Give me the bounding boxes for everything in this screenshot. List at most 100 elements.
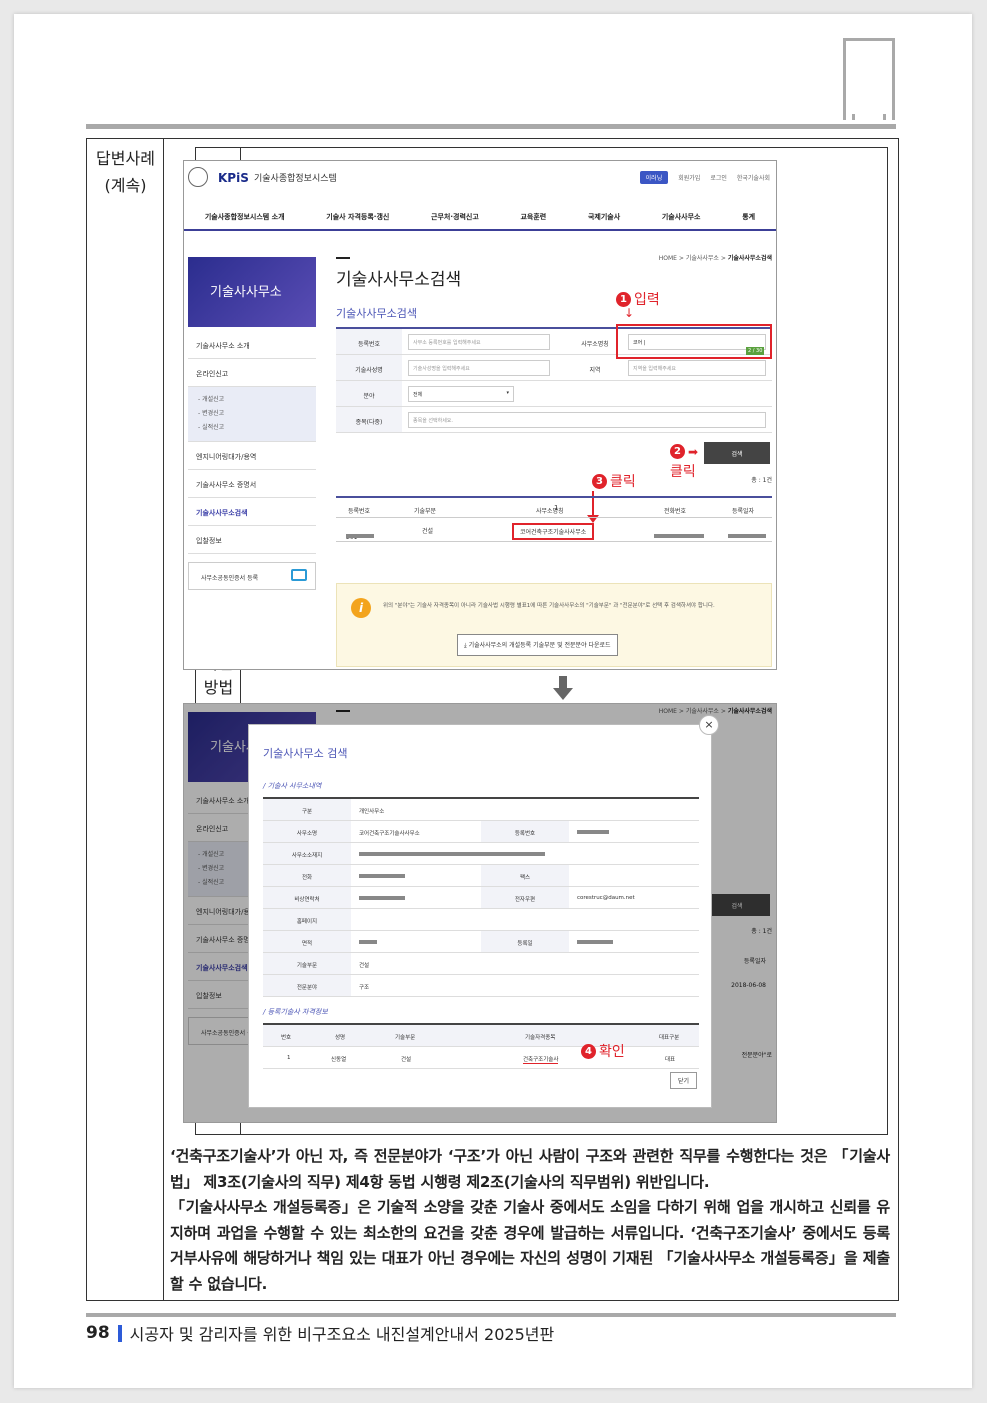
notice-box: i 위의 "분야"는 기술사 자격종목이 아니라 기술사법 시행령 별표1에 따…	[336, 583, 772, 667]
lnb-item[interactable]: 기술사사무소 증명서	[188, 470, 316, 498]
masked-value	[359, 851, 545, 856]
result-table: 등록번호 기술부문 사무소명칭 전화번호 등록일자 201 건설 코어건축구조기…	[336, 496, 772, 554]
masked-value	[577, 829, 609, 834]
system-name: 기술사종합정보시스템	[254, 174, 337, 184]
util-links: 이러닝 회원가입 로그인 한국기술사회	[639, 171, 770, 184]
cert-row: 1 신동열 건설 건축구조기술사 대표	[263, 1047, 699, 1069]
col-no: 번호	[281, 1035, 292, 1041]
office-counter: 2 / 30	[746, 347, 765, 355]
info-row: 면적 등록일	[263, 931, 699, 953]
body-paragraph-1: ‘건축구조기술사’가 아닌 자, 즉 전문분야가 ‘구조’가 아닌 사람이 구조…	[170, 1147, 890, 1191]
reg-no-input[interactable]: 사무소 등록번호를 입력해주세요	[408, 334, 550, 350]
search-button[interactable]: 검색	[704, 442, 770, 464]
lnb-sub-item[interactable]: - 개설신고	[198, 393, 316, 407]
type-label: 종목(다중)	[336, 407, 402, 432]
field-select[interactable]: 전체 ▾	[408, 386, 514, 402]
cell-office-link[interactable]: 코어건축구조기술사사무소	[512, 523, 595, 540]
annotation-2: 2 ➡	[670, 444, 698, 459]
annotation-number: 4	[581, 1043, 596, 1059]
section-office-info: / 기술사 사무소내역	[263, 782, 322, 790]
body-text: ‘건축구조기술사’가 아닌 자, 즉 전문분야가 ‘구조’가 아닌 사람이 구조…	[170, 1144, 890, 1297]
site-header: KPiS 기술사종합정보시스템 이러닝 회원가입 로그인 한국기술사회	[184, 161, 776, 197]
gnb-item[interactable]: 기술사 자격등록·갱신	[326, 212, 389, 222]
type-input[interactable]: 종목을 선택하세요.	[408, 412, 766, 428]
masked-value	[359, 895, 405, 900]
info-row: 사무소명 코어건축구조기술사사무소 등록번호	[263, 821, 699, 843]
lnb-sub-item[interactable]: - 실적신고	[198, 421, 316, 435]
info-key: 기술부문	[263, 953, 351, 974]
lnb-sub-item[interactable]: - 변경신고	[198, 407, 316, 421]
section-cert-info: / 등록기술사 자격정보	[263, 1008, 328, 1016]
lnb-item[interactable]: 입찰정보	[188, 526, 316, 554]
masked-value	[728, 534, 766, 538]
page-number: 98	[86, 1323, 110, 1343]
masked-value	[359, 873, 405, 878]
info-icon: i	[351, 598, 371, 618]
info-key: 홈페이지	[263, 909, 351, 930]
cell-no: 1	[287, 1055, 291, 1061]
field-select-value: 전체	[413, 392, 423, 398]
info-row: 구분 개인사무소	[263, 799, 699, 821]
cell-field: 건설	[401, 1057, 412, 1063]
kpea-link[interactable]: 한국기술사회	[737, 173, 770, 182]
screenshot-search: KPiS 기술사종합정보시스템 이러닝 회원가입 로그인 한국기술사회 기술사종…	[183, 160, 777, 670]
lnb-item-active[interactable]: 기술사사무소검색	[188, 498, 316, 526]
gnb-item[interactable]: 기술사종합정보시스템 소개	[205, 212, 285, 222]
detail-modal: × 기술사사무소 검색 / 기술사 사무소내역 구분 개인사무소 사무소명 코어건축…	[248, 715, 719, 1108]
info-key: 전자우편	[481, 887, 569, 908]
info-key: 비상연락처	[263, 887, 351, 908]
arrow-down-icon: ↓	[624, 306, 635, 320]
breadcrumb-mid[interactable]: 기술사사무소	[686, 255, 719, 262]
lnb-item[interactable]: 온라인신고	[188, 359, 316, 387]
lnb-banner: 기술사사무소	[188, 257, 316, 327]
info-value: 개인사무소	[359, 809, 385, 815]
download-button[interactable]: ⤓ 기술사사무소의 개설등록 기술부문 및 전문분야 다운로드	[457, 634, 618, 656]
gnb-item[interactable]: 기술사사무소	[662, 212, 701, 222]
breadcrumb-current: 기술사사무소검색	[727, 255, 772, 262]
close-button[interactable]: 닫기	[669, 1072, 697, 1089]
annotation-number: 1	[616, 291, 631, 307]
cell-rep: 대표	[665, 1057, 676, 1063]
lnb-item[interactable]: 기술사사무소 소개	[188, 331, 316, 359]
region-input[interactable]: 지역을 입력해주세요	[628, 360, 766, 376]
breadcrumb-sep: >	[678, 255, 684, 262]
logo[interactable]: KPiS	[218, 171, 249, 185]
annotation-3: 3 클릭	[592, 471, 636, 491]
info-value: corestruc@daum.net	[577, 895, 635, 901]
info-row: 전화 팩스	[263, 865, 699, 887]
info-value: 코어건축구조기술사사무소	[359, 831, 420, 837]
page-number[interactable]: 1	[554, 504, 558, 512]
info-row: 전문분야 구조	[263, 975, 699, 997]
elearning-link[interactable]: 이러닝	[639, 171, 669, 184]
name-input[interactable]: 기술사성명을 입력해주세요	[408, 360, 550, 376]
gnb-item[interactable]: 국제기술사	[588, 212, 620, 222]
cert-register-button[interactable]: 사무소공동인증서 등록	[188, 562, 316, 590]
col-office: 사무소명칭	[536, 508, 564, 515]
info-key: 사무소소재지	[263, 843, 351, 864]
info-row: 사무소소재지	[263, 843, 699, 865]
page-title: 기술사사무소검색	[336, 270, 462, 290]
gnb-item[interactable]: 교육훈련	[520, 212, 546, 222]
annotation-2-text: 클릭	[670, 461, 696, 481]
side-label-line1: 답변사례	[96, 149, 155, 168]
cert-table: 번호 성명 기술부문 기술자격종목 대표구분 1 신동열 건설 건축구조기술사 …	[263, 1023, 699, 1069]
col-field: 기술부문	[395, 1035, 416, 1041]
col-field: 기술부문	[414, 508, 437, 515]
info-key: 팩스	[481, 865, 569, 886]
signup-link[interactable]: 회원가입	[678, 173, 700, 182]
close-icon[interactable]: ×	[699, 715, 719, 735]
footer-accent-bar	[117, 1324, 122, 1342]
lnb-item[interactable]: 엔지니어링대가/용역	[188, 442, 316, 470]
breadcrumb-sep: >	[720, 255, 726, 262]
cell-name: 신동열	[331, 1057, 347, 1063]
login-link[interactable]: 로그인	[710, 173, 727, 182]
table-row[interactable]: 201 건설 코어건축구조기술사사무소	[336, 518, 772, 542]
info-key: 전화	[263, 865, 351, 886]
breadcrumb-home[interactable]: HOME	[659, 255, 677, 262]
gnb-item[interactable]: 근무처·경력신고	[431, 212, 479, 222]
gnb-item[interactable]: 통계	[742, 212, 755, 222]
info-value	[359, 895, 405, 901]
col-cert: 기술자격종목	[525, 1035, 556, 1041]
screenshot-detail: HOME > 기술사사무소 > 기술사사무소검색 기술사사무소 기술사사무소 소…	[183, 703, 777, 1123]
info-key: 사무소명	[263, 821, 351, 842]
